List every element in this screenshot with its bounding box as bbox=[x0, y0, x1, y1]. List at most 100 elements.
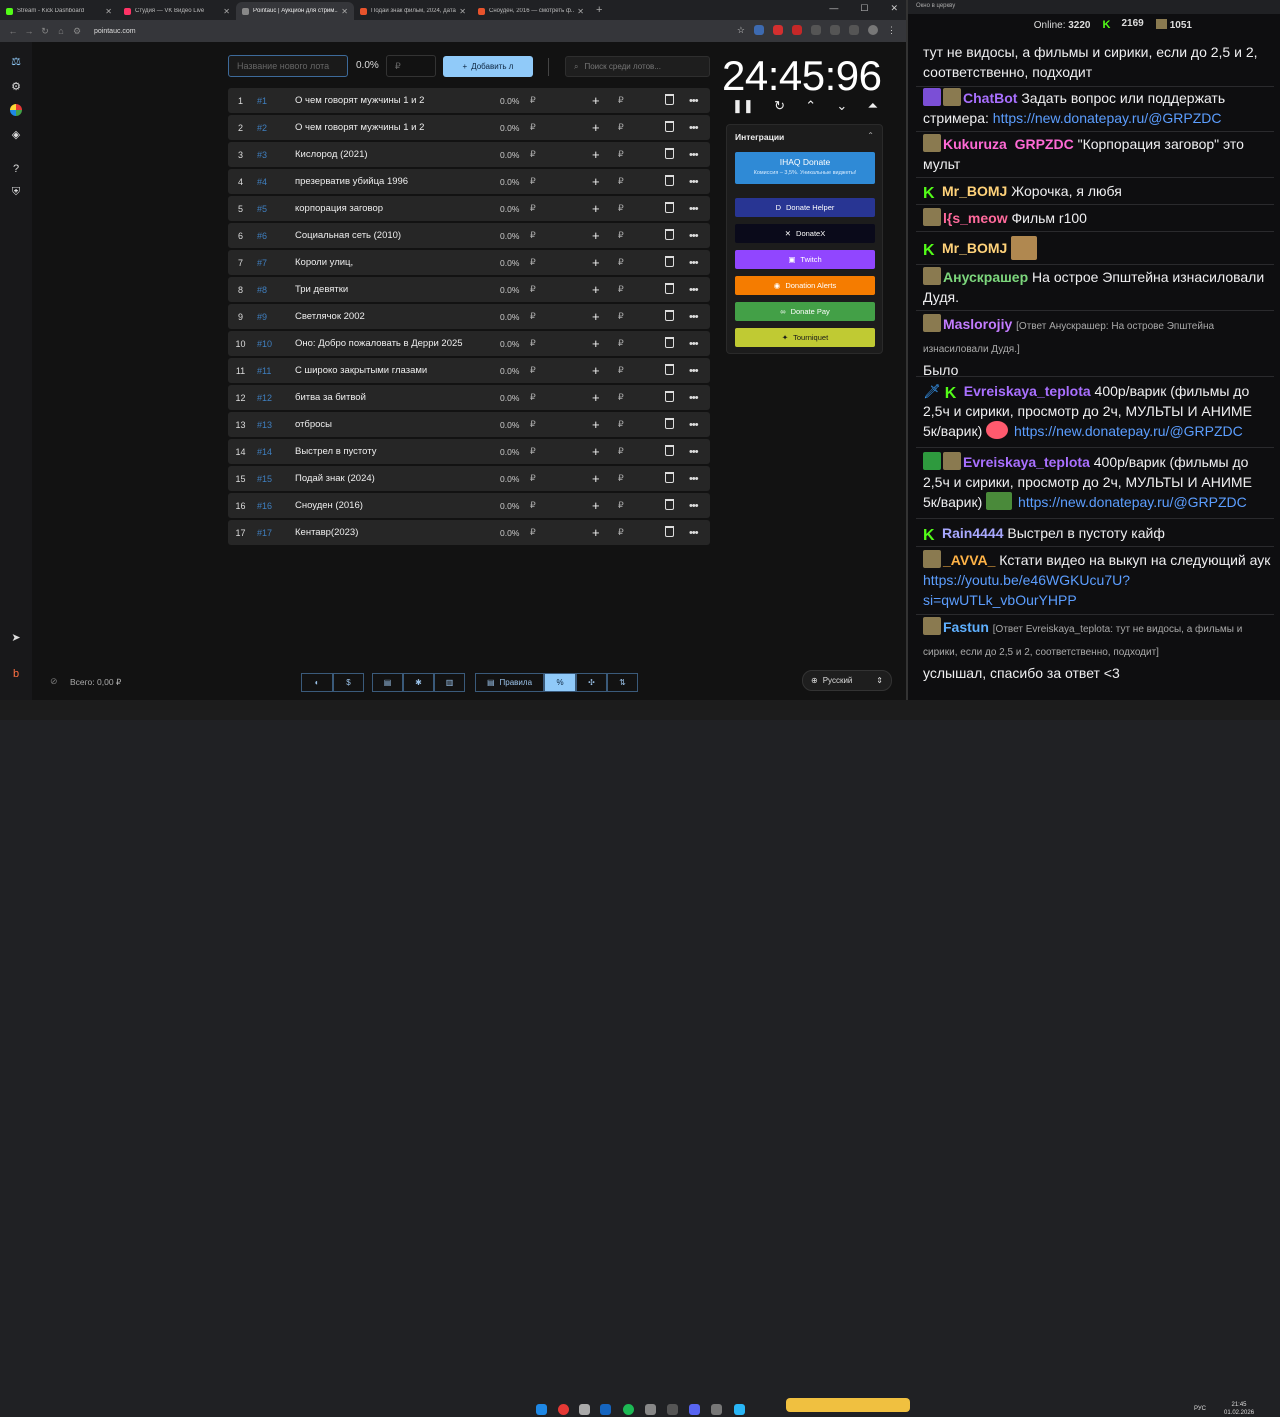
maximize-icon[interactable]: ☐ bbox=[860, 3, 868, 14]
more-options-icon[interactable]: ••• bbox=[689, 284, 699, 296]
lot-add-amount-input[interactable]: ₽ bbox=[618, 500, 624, 511]
donate-button[interactable]: $ bbox=[333, 673, 364, 692]
reload-icon[interactable]: ↻ bbox=[38, 26, 52, 37]
hide-total-icon[interactable]: ⊘ bbox=[50, 676, 58, 687]
tab-kick[interactable]: Stream - Kick Dashboard ✕ bbox=[0, 2, 118, 20]
lot-add-amount-input[interactable]: ₽ bbox=[618, 311, 624, 322]
subtract-time-icon[interactable]: ⌄ bbox=[836, 98, 847, 114]
lot-id-link[interactable]: #14 bbox=[253, 447, 295, 457]
more-options-icon[interactable]: ••• bbox=[689, 257, 699, 269]
add-amount-icon[interactable]: + bbox=[592, 336, 600, 351]
more-options-icon[interactable]: ••• bbox=[689, 446, 699, 458]
lot-name[interactable]: презерватив убийца 1996 bbox=[295, 176, 500, 187]
extension-icon[interactable] bbox=[830, 25, 840, 35]
delete-lot-icon[interactable] bbox=[665, 175, 674, 186]
new-tab-button[interactable]: + bbox=[596, 4, 602, 16]
reset-icon[interactable]: ↻ bbox=[774, 98, 785, 114]
bookmark-star-icon[interactable]: ☆ bbox=[737, 25, 745, 36]
lot-name[interactable]: О чем говорят мужчины 1 и 2 bbox=[295, 95, 500, 106]
lot-add-amount-input[interactable]: ₽ bbox=[618, 419, 624, 430]
ihaq-donate-button[interactable]: IHAQ Donate Комиссия – 3,5%. Уникальные … bbox=[735, 152, 875, 184]
chevron-up-icon[interactable]: ⌃ bbox=[867, 131, 874, 140]
lot-id-link[interactable]: #9 bbox=[253, 312, 295, 322]
extension-icon[interactable] bbox=[849, 25, 859, 35]
lot-name[interactable]: корпорация заговор bbox=[295, 203, 500, 214]
more-options-icon[interactable]: ••• bbox=[689, 500, 699, 512]
more-options-icon[interactable]: ••• bbox=[689, 176, 699, 188]
integration-donation-alerts-button[interactable]: ◉ Donation Alerts bbox=[735, 276, 875, 295]
lot-add-amount-input[interactable]: ₽ bbox=[618, 446, 624, 457]
rules-button[interactable]: ▤ Правила bbox=[475, 673, 544, 692]
lot-add-amount-input[interactable]: ₽ bbox=[618, 176, 624, 187]
lot-name[interactable]: Выстрел в пустоту bbox=[295, 446, 500, 457]
lot-name[interactable]: Светлячок 2002 bbox=[295, 311, 500, 322]
lot-id-link[interactable]: #7 bbox=[253, 258, 295, 268]
lot-add-amount-input[interactable]: ₽ bbox=[618, 338, 624, 349]
add-amount-icon[interactable]: + bbox=[592, 201, 600, 216]
lot-name[interactable]: Сноуден (2016) bbox=[295, 500, 500, 511]
close-icon[interactable]: ✕ bbox=[223, 7, 230, 16]
integration-donate-pay-button[interactable]: ∞ Donate Pay bbox=[735, 302, 875, 321]
more-options-icon[interactable]: ••• bbox=[689, 392, 699, 404]
lot-id-link[interactable]: #3 bbox=[253, 150, 295, 160]
integration-donate-helper-button[interactable]: D Donate Helper bbox=[735, 198, 875, 217]
layers-icon[interactable]: ◈ bbox=[9, 127, 23, 141]
lot-name[interactable]: Кислород (2021) bbox=[295, 149, 500, 160]
lot-id-link[interactable]: #5 bbox=[253, 204, 295, 214]
input-language[interactable]: РУС bbox=[1194, 1406, 1206, 1412]
app-icon[interactable] bbox=[579, 1404, 590, 1415]
delete-lot-icon[interactable] bbox=[665, 499, 674, 510]
lot-add-amount-input[interactable]: ₽ bbox=[618, 527, 624, 538]
delete-lot-icon[interactable] bbox=[665, 121, 674, 132]
add-amount-icon[interactable]: + bbox=[592, 390, 600, 405]
tab-vk[interactable]: Студия — VK Видео Live ✕ bbox=[118, 2, 236, 20]
lot-add-amount-input[interactable]: ₽ bbox=[618, 365, 624, 376]
delete-lot-icon[interactable] bbox=[665, 391, 674, 402]
spotify-icon[interactable] bbox=[623, 1404, 634, 1415]
add-amount-icon[interactable]: + bbox=[592, 147, 600, 162]
lot-id-link[interactable]: #12 bbox=[253, 393, 295, 403]
add-lot-button[interactable]: + Добавить л bbox=[443, 56, 533, 77]
meme-party-widget[interactable] bbox=[786, 1398, 910, 1412]
delete-lot-icon[interactable] bbox=[665, 202, 674, 213]
home-icon[interactable]: ⌂ bbox=[54, 26, 68, 36]
lot-name[interactable]: С широко закрытыми глазами bbox=[295, 365, 500, 376]
lot-add-amount-input[interactable]: ₽ bbox=[618, 257, 624, 268]
compact-view-button[interactable]: ✣ bbox=[576, 673, 607, 692]
lot-name[interactable]: Короли улиц, bbox=[295, 257, 500, 268]
add-amount-icon[interactable]: + bbox=[592, 255, 600, 270]
app-icon[interactable] bbox=[711, 1404, 722, 1415]
lot-id-link[interactable]: #17 bbox=[253, 528, 295, 538]
lot-id-link[interactable]: #10 bbox=[253, 339, 295, 349]
more-options-icon[interactable]: ••• bbox=[689, 338, 699, 350]
tab-podai-znak[interactable]: Подай знак фильм, 2024, дата... ✕ bbox=[354, 2, 472, 20]
add-time-icon[interactable]: ⌃ bbox=[805, 98, 816, 114]
windows-start-icon[interactable] bbox=[536, 1404, 547, 1415]
delete-lot-icon[interactable] bbox=[665, 445, 674, 456]
delete-lot-icon[interactable] bbox=[665, 94, 674, 105]
more-options-icon[interactable]: ••• bbox=[689, 473, 699, 485]
lot-add-amount-input[interactable]: ₽ bbox=[618, 95, 624, 106]
add-amount-icon[interactable]: + bbox=[592, 417, 600, 432]
help-icon[interactable]: ? bbox=[9, 162, 23, 176]
new-lot-input[interactable]: Название нового лота bbox=[228, 55, 348, 77]
more-options-icon[interactable]: ••• bbox=[689, 149, 699, 161]
extension-icon[interactable] bbox=[773, 25, 783, 35]
lot-id-link[interactable]: #16 bbox=[253, 501, 295, 511]
lot-name[interactable]: отбросы bbox=[295, 419, 500, 430]
lot-id-link[interactable]: #6 bbox=[253, 231, 295, 241]
telegram-taskbar-icon[interactable] bbox=[734, 1404, 745, 1415]
minimize-icon[interactable]: — bbox=[829, 3, 838, 14]
tab-snowden[interactable]: Сноуден, 2016 — смотреть ф... ✕ bbox=[472, 2, 590, 20]
lot-search-input[interactable]: ⌕ Поиск среди лотов... bbox=[565, 56, 710, 77]
lot-id-link[interactable]: #15 bbox=[253, 474, 295, 484]
bug-button[interactable]: ✱ bbox=[403, 673, 434, 692]
add-amount-icon[interactable]: + bbox=[592, 309, 600, 324]
integration-donatex-button[interactable]: ✕ DonateX bbox=[735, 224, 875, 243]
delete-lot-icon[interactable] bbox=[665, 418, 674, 429]
delete-lot-icon[interactable] bbox=[665, 472, 674, 483]
lot-id-link[interactable]: #13 bbox=[253, 420, 295, 430]
lot-id-link[interactable]: #2 bbox=[253, 123, 295, 133]
integration-tourniquet-button[interactable]: ✦ Tourniquet bbox=[735, 328, 875, 347]
add-amount-icon[interactable]: + bbox=[592, 471, 600, 486]
